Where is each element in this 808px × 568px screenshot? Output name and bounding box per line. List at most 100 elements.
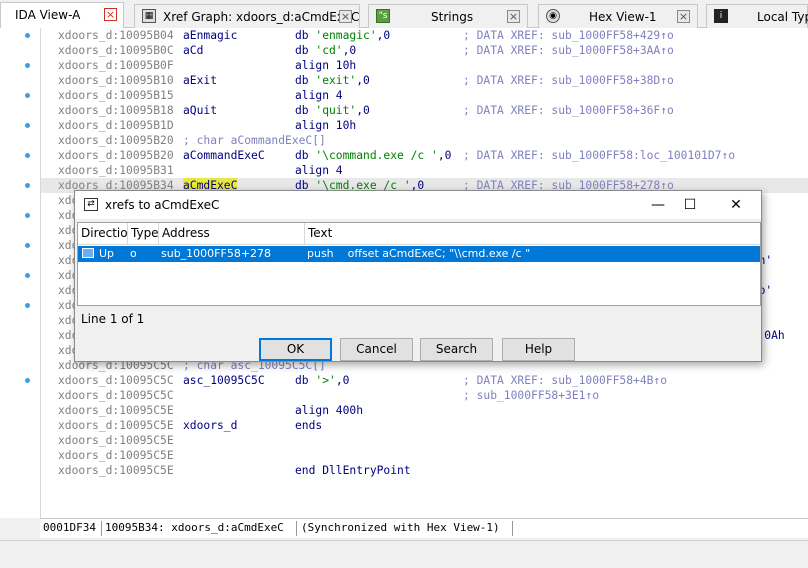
cell-type: o bbox=[130, 247, 137, 260]
disasm-line[interactable]: xdoors_d:10095C5E bbox=[41, 433, 808, 448]
search-button[interactable]: Search bbox=[420, 338, 493, 361]
separator bbox=[512, 521, 513, 536]
column-direction[interactable]: Directio bbox=[78, 223, 128, 245]
close-icon[interactable]: × bbox=[507, 10, 520, 23]
disasm-line[interactable]: xdoors_d:10095B31 align 4 bbox=[41, 163, 808, 178]
separator bbox=[296, 521, 297, 536]
line-instruction: ends bbox=[295, 419, 323, 432]
disasm-line[interactable]: xdoors_d:10095B15 align 4 bbox=[41, 88, 808, 103]
dialog-title: xrefs to aCmdExeC bbox=[105, 198, 220, 212]
column-text[interactable]: Text bbox=[305, 223, 760, 245]
disasm-line[interactable]: xdoors_d:10095B04 aEnmagic db 'enmagic',0;… bbox=[41, 28, 808, 43]
cell-direction: Up bbox=[82, 246, 114, 262]
line-xref-comment: ; DATA XREF: sub_1000FF58+429↑o bbox=[463, 29, 674, 42]
cell-text: push offset aCmdExeC; "\\cmd.exe /c " bbox=[307, 247, 531, 260]
separator bbox=[101, 521, 102, 536]
minimize-icon[interactable]: — bbox=[643, 195, 673, 215]
disasm-line[interactable]: xdoors_d:10095C5E xdoors_d ends bbox=[41, 418, 808, 433]
file-offset: 0001DF34 bbox=[43, 521, 96, 534]
info-icon: i bbox=[714, 9, 728, 23]
line-address: xdoors_d:10095B20 bbox=[58, 134, 174, 147]
breakpoint-dot-icon bbox=[25, 93, 30, 98]
breakpoint-dot-icon bbox=[25, 273, 30, 278]
tab-strings[interactable]: "s Strings × bbox=[368, 4, 528, 28]
dialog-title-bar[interactable]: ⇄ xrefs to aCmdExeC — ☐ ✕ bbox=[75, 191, 761, 219]
disasm-line[interactable]: xdoors_d:10095B0F align 10h bbox=[41, 58, 808, 73]
line-label[interactable]: aEnmagic bbox=[183, 28, 237, 43]
arrow-gutter bbox=[0, 28, 40, 518]
disasm-line[interactable]: xdoors_d:10095B20 aCommandExeC db '\comman… bbox=[41, 148, 808, 163]
line-label[interactable]: aExit bbox=[183, 73, 217, 88]
column-type[interactable]: Type bbox=[128, 223, 159, 245]
table-header: Directio Type Address Text bbox=[78, 223, 760, 245]
disasm-line[interactable]: xdoors_d:10095B20 ; char aCommandExeC[] bbox=[41, 133, 808, 148]
line-label[interactable]: aCommandExeC bbox=[183, 148, 265, 163]
disasm-line[interactable]: xdoors_d:10095B10 aExit db 'exit',0 ; DATA … bbox=[41, 73, 808, 88]
line-instruction: align 10h bbox=[295, 59, 357, 72]
line-address: xdoors_d:10095C5E bbox=[58, 404, 174, 417]
tab-label: IDA View-A bbox=[15, 8, 81, 22]
tab-label: Local Typ bbox=[757, 10, 808, 24]
help-button[interactable]: Help bbox=[502, 338, 575, 361]
disasm-status-line: 0001DF34 10095B34: xdoors_d:aCmdExeC (Sy… bbox=[40, 518, 808, 538]
line-label[interactable]: aCd bbox=[183, 43, 203, 58]
disasm-line[interactable]: xdoors_d:10095C5E bbox=[41, 448, 808, 463]
line-address: xdoors_d:10095C5E bbox=[58, 449, 174, 462]
line-instruction: db 'cd',0 bbox=[295, 44, 357, 57]
disasm-line[interactable]: xdoors_d:10095B1D align 10h bbox=[41, 118, 808, 133]
line-instruction: align 4 bbox=[295, 164, 343, 177]
tab-label: Xref Graph: xdoors_d:aCmdExeC bbox=[163, 10, 360, 24]
breakpoint-dot-icon bbox=[25, 303, 30, 308]
graph-icon: ▦ bbox=[142, 9, 156, 23]
line-address: xdoors_d:10095B0F bbox=[58, 59, 174, 72]
line-comment: ; char aCommandExeC[] bbox=[183, 134, 326, 147]
disasm-line[interactable]: xdoors_d:10095C5C asc_10095C5C db '>',0 ; D… bbox=[41, 373, 808, 388]
close-icon[interactable]: ✕ bbox=[721, 195, 751, 215]
line-label[interactable]: aQuit bbox=[183, 103, 217, 118]
tab-local-types[interactable]: i Local Typ bbox=[706, 4, 808, 28]
ok-button[interactable]: OK bbox=[259, 338, 332, 361]
hex-icon: ◉ bbox=[546, 9, 560, 23]
line-label[interactable]: asc_10095C5C bbox=[183, 373, 265, 388]
line-count: Line 1 of 1 bbox=[81, 312, 145, 326]
line-instruction: db '\command.exe /c ',0 bbox=[295, 149, 452, 162]
line-address: xdoors_d:10095C5C bbox=[58, 389, 174, 402]
line-address: xdoors_d:10095B04 bbox=[58, 29, 174, 42]
line-xref-comment: ; DATA XREF: sub_1000FF58+4B↑o bbox=[463, 374, 668, 387]
tab-ida-view-a[interactable]: IDA View-A × bbox=[0, 2, 124, 29]
breakpoint-dot-icon bbox=[25, 243, 30, 248]
line-xref-comment: ; DATA XREF: sub_1000FF58+36F↑o bbox=[463, 104, 674, 117]
line-address: xdoors_d:10095C5C bbox=[58, 374, 174, 387]
cancel-button[interactable]: Cancel bbox=[340, 338, 413, 361]
close-icon[interactable]: × bbox=[104, 8, 117, 21]
disasm-line[interactable]: xdoors_d:10095C5E align 400h bbox=[41, 403, 808, 418]
disasm-line[interactable]: xdoors_d:10095B0C aCd db 'cd',0 ; DATA XREF… bbox=[41, 43, 808, 58]
tab-label: Hex View-1 bbox=[589, 10, 657, 24]
line-address: xdoors_d:10095B20 bbox=[58, 149, 174, 162]
line-address: xdoors_d:10095B31 bbox=[58, 164, 174, 177]
close-icon[interactable]: × bbox=[677, 10, 690, 23]
column-address[interactable]: Address bbox=[159, 223, 305, 245]
line-instruction: end DllEntryPoint bbox=[295, 464, 411, 477]
table-row[interactable]: Up o sub_1000FF58+278 push offset aCmdEx… bbox=[78, 246, 760, 262]
xref-icon: ⇄ bbox=[84, 198, 98, 211]
xref-row-icon bbox=[82, 248, 94, 258]
strings-icon: "s bbox=[376, 9, 390, 23]
line-address: xdoors_d:10095B0C bbox=[58, 44, 174, 57]
tab-xref-graph[interactable]: ▦ Xref Graph: xdoors_d:aCmdExeC × bbox=[134, 4, 360, 28]
line-label[interactable]: xdoors_d bbox=[183, 418, 237, 433]
line-instruction: align 10h bbox=[295, 119, 357, 132]
tab-hex-view[interactable]: ◉ Hex View-1 × bbox=[538, 4, 698, 28]
disasm-line[interactable]: xdoors_d:10095B18 aQuit db 'quit',0 ; DATA … bbox=[41, 103, 808, 118]
line-address: xdoors_d:10095C5E bbox=[58, 419, 174, 432]
disasm-line[interactable]: xdoors_d:10095C5E end DllEntryPoint bbox=[41, 463, 808, 478]
close-icon[interactable]: × bbox=[339, 10, 352, 23]
line-instruction: db 'quit',0 bbox=[295, 104, 370, 117]
breakpoint-dot-icon bbox=[25, 63, 30, 68]
disasm-line[interactable]: xdoors_d:10095C5C ; sub_1000FF58+3E1↑o bbox=[41, 388, 808, 403]
line-instruction: align 4 bbox=[295, 89, 343, 102]
tab-bar: IDA View-A × ▦ Xref Graph: xdoors_d:aCmd… bbox=[0, 0, 808, 29]
breakpoint-dot-icon bbox=[25, 33, 30, 38]
breakpoint-dot-icon bbox=[25, 123, 30, 128]
maximize-icon[interactable]: ☐ bbox=[675, 195, 705, 215]
